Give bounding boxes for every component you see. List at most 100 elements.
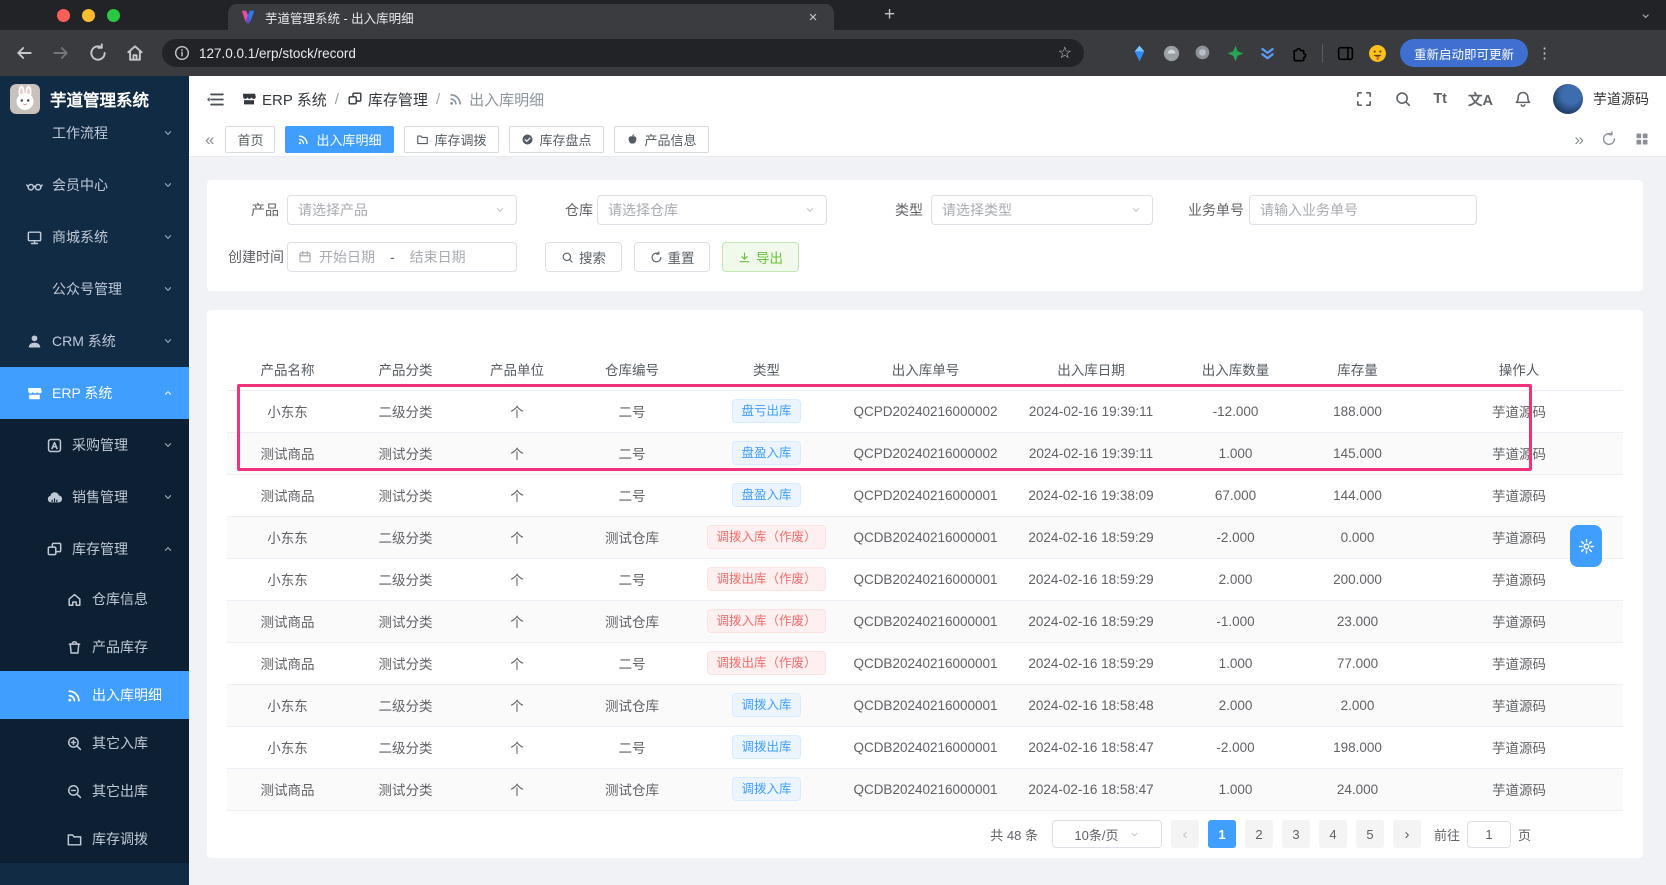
browser-menu-icon[interactable]: ⋮ [1537,44,1552,62]
column-header: 产品分类 [348,348,463,390]
username[interactable]: 芋道源码 [1593,89,1649,109]
cloud-icon [46,489,63,506]
sidebar-item-member-center[interactable]: 会员中心 [0,159,189,211]
search-icon[interactable] [1394,90,1412,108]
type-badge: 调拨入库 [732,777,800,802]
refresh-page-icon[interactable] [1601,131,1617,147]
search-button[interactable]: 搜索 [545,242,622,272]
tab-产品信息[interactable]: 产品信息 [614,126,709,153]
page-button-3[interactable]: 3 [1282,820,1310,848]
sidebar-item-stock[interactable]: 库存管理 [0,523,189,575]
minimize-window-button[interactable] [82,9,95,22]
cell-product: 测试商品 [227,474,348,516]
search-button-label: 搜索 [579,247,606,267]
table-wrap: 产品名称产品分类产品单位仓库编号类型出入库单号出入库日期出入库数量库存量操作人 … [227,348,1623,811]
cell-order_no: QCDB20240216000001 [840,516,1011,558]
sidebar-item-label: 会员中心 [52,175,108,195]
url-text[interactable]: 127.0.0.1/erp/stock/record [199,46,1049,61]
chevron-down-icon [1129,829,1140,840]
cell-date: 2024-02-16 18:59:29 [1011,516,1171,558]
collapse-menu-icon[interactable] [206,91,225,108]
extension-green-star-icon[interactable] [1226,44,1245,63]
goto-page-input[interactable] [1467,821,1511,848]
tab-库存盘点[interactable]: 库存盘点 [509,126,604,153]
layout-grid-icon[interactable] [1634,131,1650,147]
sidebar-item-crm-system[interactable]: CRM 系统 [0,315,189,367]
breadcrumb-item[interactable]: 库存管理 [347,89,428,110]
table-row: 测试商品测试分类个二号调拨出库（作废）QCDB20240216000001202… [227,642,1623,684]
browser-tab[interactable]: 芋道管理系统 - 出入库明细 × [228,4,834,30]
cell-operator: 芋道源码 [1415,642,1623,684]
extension-circle-badge-icon[interactable] [1194,44,1213,63]
prev-page-button[interactable]: ‹ [1171,820,1199,848]
sidebar-logo-row[interactable]: 芋道管理系统 [0,76,189,122]
cell-category: 二级分类 [348,516,463,558]
font-size-icon[interactable]: Tt [1433,91,1447,107]
reload-icon[interactable] [88,43,108,63]
cell-warehouse: 二号 [571,474,693,516]
tab-close-icon[interactable]: × [804,9,822,26]
site-info-icon[interactable] [174,45,190,61]
sidebar-item-sales[interactable]: 销售管理 [0,471,189,523]
sidebar-item-warehouse-info[interactable]: 仓库信息 [0,575,189,623]
product-select[interactable]: 请选择产品 [287,195,517,225]
breadcrumb-item[interactable]: ERP 系统 [241,89,327,110]
page-size-select[interactable]: 10条/页 [1052,820,1162,848]
warehouse-select-placeholder: 请选择仓库 [608,200,797,220]
sidebar-item-label: 库存管理 [72,539,128,559]
signal-icon [448,91,464,107]
type-select[interactable]: 请选择类型 [931,195,1153,225]
bell-icon[interactable] [1514,90,1532,108]
side-panel-icon[interactable] [1336,44,1355,63]
next-page-button[interactable]: › [1393,820,1421,848]
date-range-picker[interactable]: 开始日期 - 结束日期 [287,242,517,272]
fullscreen-icon[interactable] [1355,90,1373,108]
sidebar-item-purchase[interactable]: 采购管理 [0,419,189,471]
settings-fab-button[interactable] [1570,525,1602,567]
sidebar-item-mp-manage[interactable]: 公众号管理 [0,263,189,315]
tags-scroll-right-icon[interactable]: » [1575,131,1584,148]
extension-double-chevron-icon[interactable] [1258,44,1277,63]
bookmark-star-icon[interactable]: ☆ [1058,43,1072,63]
profile-avatar-icon[interactable] [1368,44,1387,63]
sidebar-item-erp-system[interactable]: ERP 系统 [0,367,189,419]
relaunch-update-button[interactable]: 重新启动即可更新 [1400,39,1528,67]
tab-首页[interactable]: 首页 [225,126,275,153]
extension-gray-circle-icon[interactable] [1162,44,1181,63]
translate-icon[interactable]: 文A [1468,89,1493,110]
tags-scroll-left-icon[interactable]: « [205,131,214,148]
sidebar-item-product-stock[interactable]: 产品库存 [0,623,189,671]
export-button[interactable]: 导出 [722,242,799,272]
page-button-1[interactable]: 1 [1208,820,1236,848]
glasses-icon [26,177,43,194]
table-row: 小东东二级分类个测试仓库调拨入库（作废）QCDB2024021600000120… [227,516,1623,558]
sidebar-item-mall-system[interactable]: 商城系统 [0,211,189,263]
bizno-input[interactable] [1260,202,1466,218]
tab-库存调拨[interactable]: 库存调拨 [404,126,499,153]
close-window-button[interactable] [57,9,70,22]
page-button-5[interactable]: 5 [1356,820,1384,848]
filter-card: 产品 请选择产品 仓库 请选择仓库 类型 请选择类型 业务单号 [207,180,1643,291]
maximize-window-button[interactable] [107,9,120,22]
sidebar-item-other-in[interactable]: 其它入库 [0,719,189,767]
user-avatar[interactable] [1553,84,1583,114]
new-tab-button[interactable]: + [884,2,895,28]
home-icon[interactable] [125,43,145,63]
extension-gray-grid-icon[interactable] [1098,44,1117,63]
page-button-4[interactable]: 4 [1319,820,1347,848]
tab-search-icon[interactable]: ⌄ [1639,0,1652,28]
address-bar[interactable]: 127.0.0.1/erp/stock/record ☆ [162,39,1084,67]
reset-button[interactable]: 重置 [634,242,710,272]
cell-warehouse: 二号 [571,432,693,474]
forward-icon[interactable] [51,43,71,63]
extensions-puzzle-icon[interactable] [1290,44,1309,63]
back-icon[interactable] [14,43,34,63]
extension-kite-icon[interactable] [1130,44,1149,63]
sidebar-item-other-out[interactable]: 其它出库 [0,767,189,815]
sidebar-item-stock-record[interactable]: 出入库明细 [0,671,189,719]
zoom-in-icon [66,735,83,752]
warehouse-select[interactable]: 请选择仓库 [597,195,827,225]
sidebar-item-stock-move[interactable]: 库存调拨 [0,815,189,863]
tab-出入库明细[interactable]: 出入库明细 [285,126,393,153]
page-button-2[interactable]: 2 [1245,820,1273,848]
